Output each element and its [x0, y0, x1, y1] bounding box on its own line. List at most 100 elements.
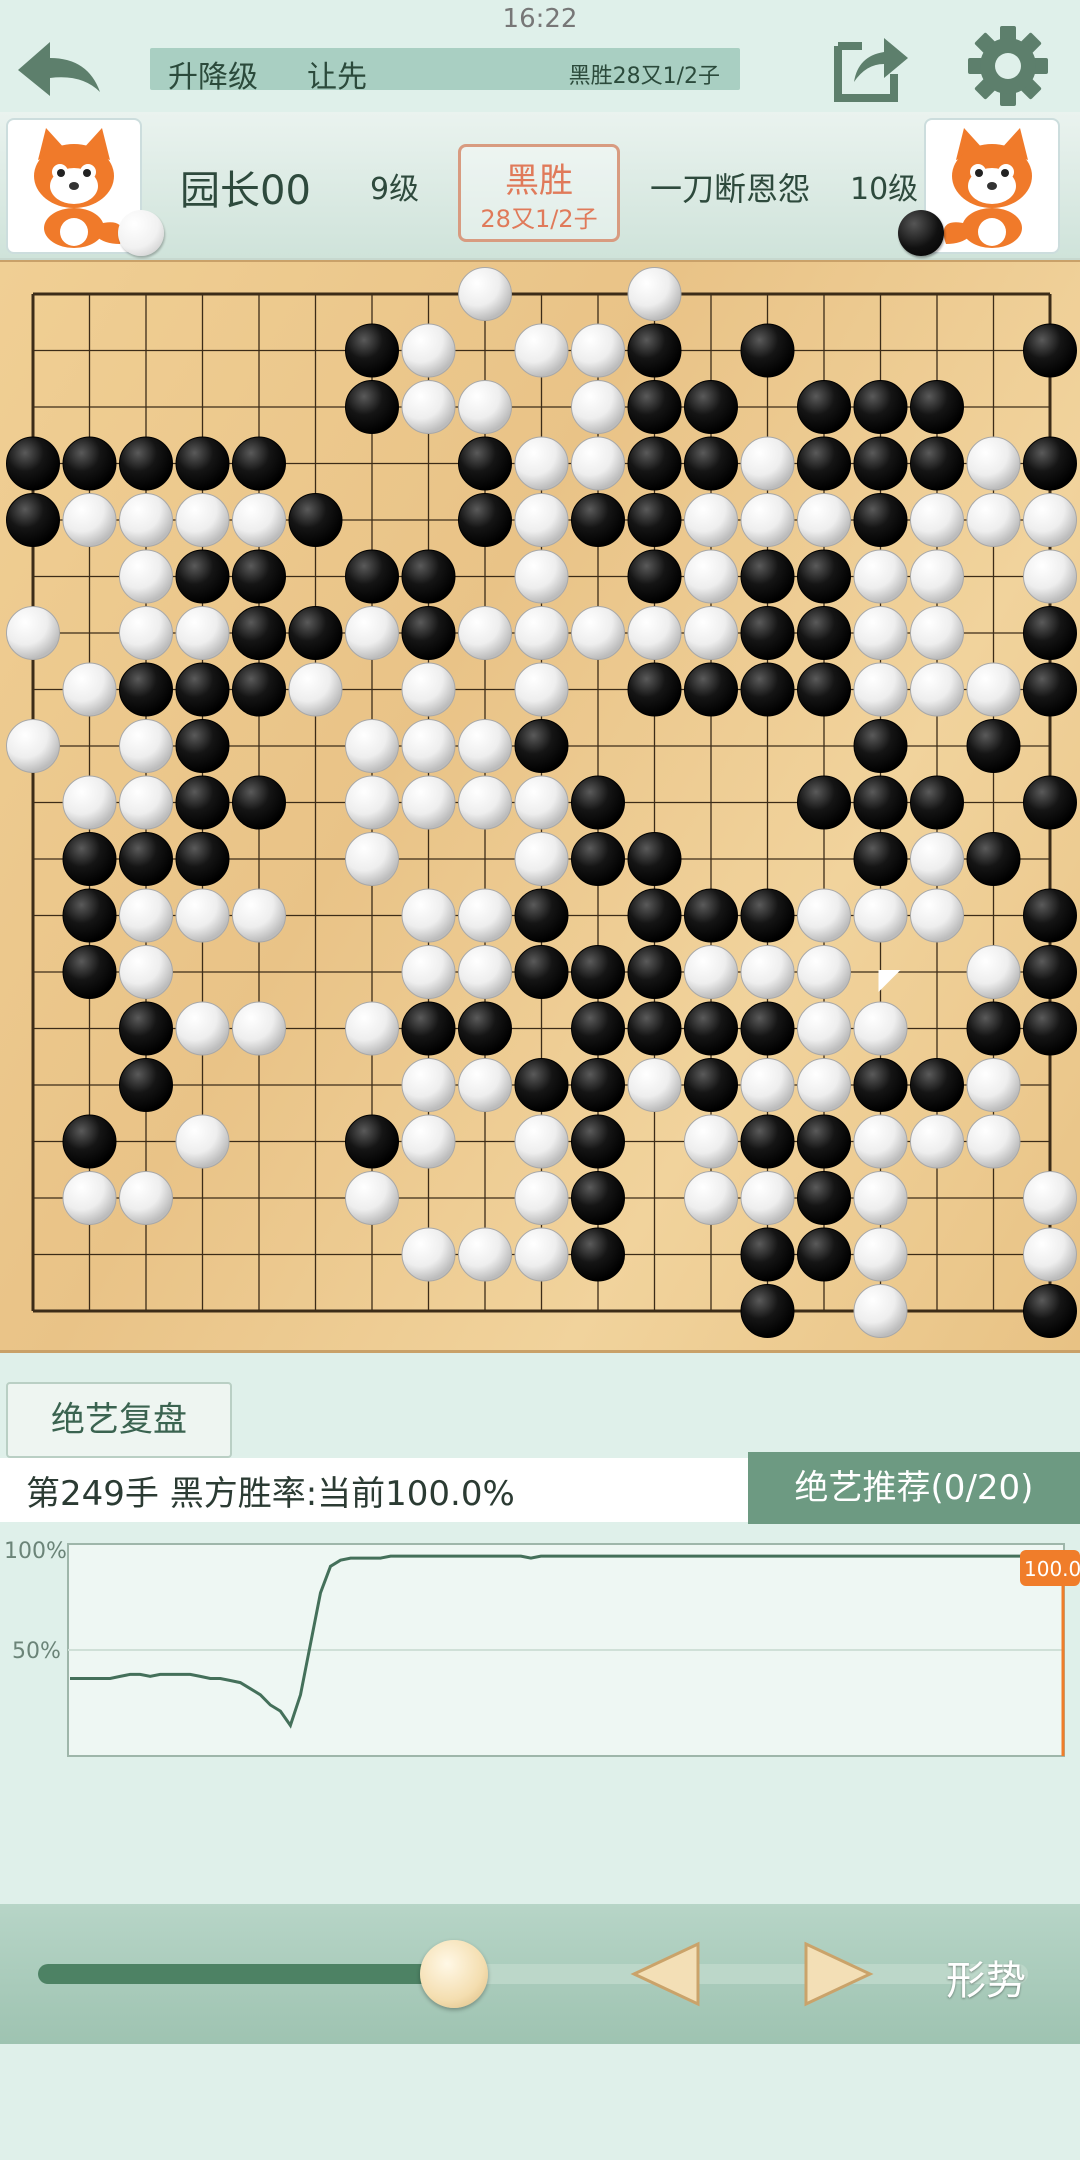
game-result-text: 黑胜28又1/2子	[568, 64, 720, 89]
black-stone	[458, 493, 512, 547]
black-stone	[232, 775, 286, 830]
move-slider-thumb[interactable]	[419, 1940, 488, 2008]
black-stone	[740, 1227, 795, 1282]
black-stone	[6, 436, 60, 491]
white-player-rank: 10级	[850, 172, 919, 207]
white-stone	[797, 493, 851, 547]
white-stone	[684, 606, 738, 660]
black-stone	[1023, 1284, 1077, 1338]
white-stone	[401, 1058, 456, 1112]
black-stone	[684, 888, 738, 943]
black-stone	[740, 1114, 795, 1169]
black-stone	[175, 662, 230, 717]
white-stone	[514, 775, 569, 830]
black-stone	[797, 1114, 851, 1169]
white-stone	[740, 945, 795, 999]
fox-avatar-icon	[943, 128, 1032, 248]
white-stone	[458, 267, 512, 321]
white-player-avatar[interactable]	[924, 118, 1060, 254]
black-stone	[797, 1171, 851, 1225]
white-stone	[458, 380, 512, 434]
white-stone	[1023, 493, 1077, 547]
black-stone	[345, 1114, 399, 1169]
settings-button[interactable]	[964, 22, 1052, 110]
white-stone	[345, 775, 399, 830]
white-stone	[288, 662, 343, 717]
ai-recommend-button[interactable]: 绝艺推荐(0/20)	[748, 1452, 1080, 1524]
result-badge-main: 黑胜	[505, 161, 573, 201]
white-stone	[119, 775, 173, 830]
white-stone	[458, 1058, 512, 1112]
black-stone	[119, 1058, 173, 1112]
black-stone	[119, 1001, 173, 1056]
white-stone	[6, 719, 60, 773]
black-stone	[853, 832, 908, 886]
white-stone	[62, 493, 117, 547]
white-stone	[458, 606, 512, 660]
black-stone	[1023, 662, 1077, 717]
white-stone	[740, 1171, 795, 1225]
white-stone	[684, 945, 738, 999]
ai-review-button[interactable]: 绝艺复盘	[6, 1382, 232, 1458]
white-stone	[458, 888, 512, 943]
black-stone	[571, 1227, 625, 1282]
black-stone	[119, 436, 173, 491]
white-stone	[458, 775, 512, 830]
black-stone	[627, 323, 682, 378]
black-stone	[62, 1114, 117, 1169]
white-stone	[514, 493, 569, 547]
share-button[interactable]	[832, 26, 912, 106]
black-stone	[571, 1058, 625, 1112]
black-stone	[62, 945, 117, 999]
white-stone	[853, 1227, 908, 1282]
black-stone	[627, 1001, 682, 1056]
chart-ylabel-50: 50%	[12, 1639, 61, 1664]
black-stone	[797, 380, 851, 434]
previous-move-button[interactable]	[628, 1938, 704, 2010]
mode-label-rank: 升降级	[168, 60, 258, 95]
black-stone	[62, 888, 117, 943]
white-stone	[966, 1114, 1021, 1169]
white-stone	[910, 662, 964, 717]
black-stone	[1023, 945, 1077, 999]
black-stone	[684, 1001, 738, 1056]
white-stone	[62, 775, 117, 830]
go-board-grid[interactable]	[0, 262, 1080, 1350]
black-stone	[1023, 1001, 1077, 1056]
white-stone	[345, 832, 399, 886]
back-button[interactable]	[14, 34, 106, 104]
black-stone	[684, 436, 738, 491]
black-stone	[458, 1001, 512, 1056]
white-stone	[853, 1171, 908, 1225]
black-stone	[740, 1284, 795, 1338]
black-stone	[1023, 436, 1077, 491]
black-stone	[740, 1001, 795, 1056]
white-stone	[627, 267, 682, 321]
win-rate-chart-svg: 100% 50% 100.0	[4, 1539, 1080, 1757]
black-stone	[910, 1058, 964, 1112]
black-stone	[401, 549, 456, 604]
black-stone	[119, 832, 173, 886]
black-stone	[514, 1058, 569, 1112]
white-stone	[966, 436, 1021, 491]
black-stone	[627, 945, 682, 999]
black-stone	[6, 493, 60, 547]
black-stone	[910, 436, 964, 491]
go-board[interactable]	[0, 260, 1080, 1353]
next-move-button[interactable]	[800, 1938, 876, 2010]
white-stone-indicator	[118, 210, 164, 256]
situation-button[interactable]: 形势	[946, 1948, 1026, 2006]
white-stone	[910, 493, 964, 547]
black-stone	[1023, 888, 1077, 943]
white-stone	[853, 888, 908, 943]
white-stone	[119, 493, 173, 547]
black-player-rank: 9级	[370, 172, 420, 207]
white-stone	[345, 719, 399, 773]
black-stone	[684, 1058, 738, 1112]
black-stone	[797, 549, 851, 604]
white-stone	[684, 493, 738, 547]
black-stone	[288, 493, 343, 547]
white-stone	[345, 1171, 399, 1225]
black-stone	[571, 945, 625, 999]
black-stone	[740, 888, 795, 943]
